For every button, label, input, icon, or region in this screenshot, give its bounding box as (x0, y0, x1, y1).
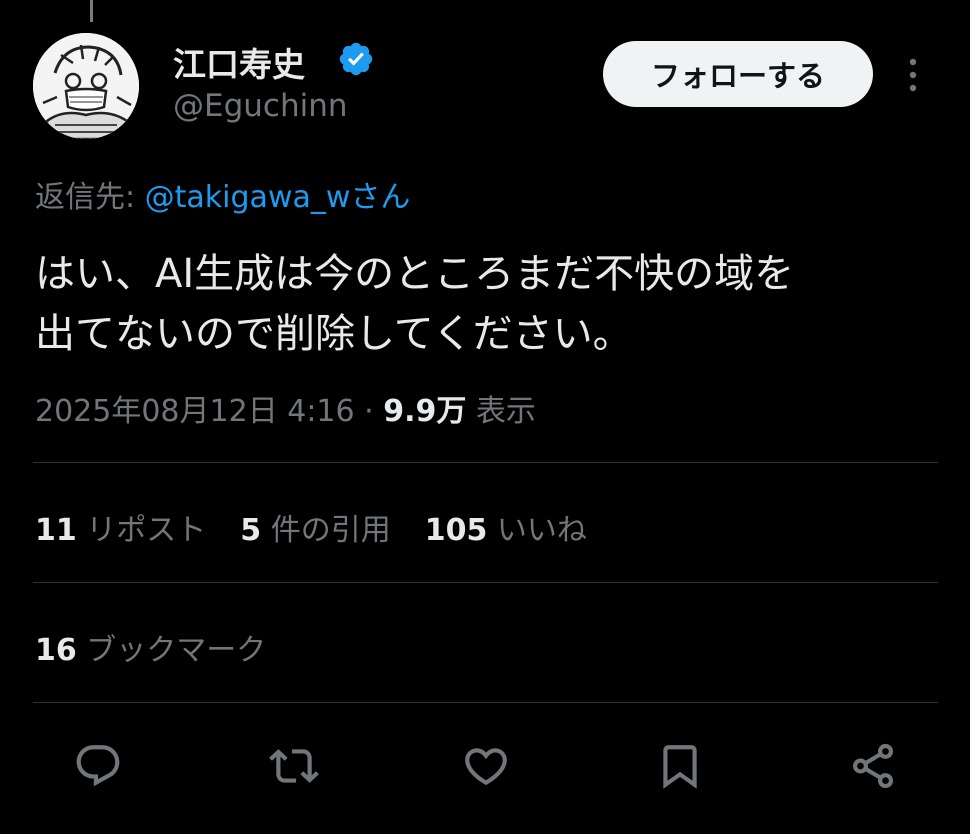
share-button[interactable] (845, 738, 901, 794)
divider (33, 462, 938, 463)
reply-button[interactable] (70, 738, 126, 794)
bookmarks-label: ブックマーク (86, 633, 267, 668)
tweet-text: はい、AI生成は今のところまだ不快の域を 出てないので削除してください。 (35, 244, 915, 364)
repost-button[interactable] (266, 738, 322, 794)
quotes-count: 5 (240, 513, 262, 548)
avatar-illustration (33, 33, 139, 139)
reposts-label: リポスト (86, 513, 207, 548)
reposts-count: 11 (35, 513, 77, 548)
follow-button[interactable]: フォローする (603, 41, 873, 107)
reply-icon (76, 745, 120, 787)
tweet-text-line: 出てないので削除してください。 (35, 311, 633, 357)
more-icon[interactable] (906, 58, 920, 92)
views-count: 9.9万 (383, 394, 467, 429)
tweet-meta: 2025年08月12日 4:16 · 9.9万 表示 (35, 386, 536, 430)
replying-to: 返信先: @takigawa_wさん (35, 172, 410, 216)
like-icon (465, 748, 507, 786)
views-label: 表示 (475, 394, 536, 429)
likes-count: 105 (424, 513, 488, 548)
bookmarks-count: 16 (35, 633, 77, 668)
author-handle[interactable]: @Eguchinn (173, 88, 348, 124)
quotes-label: 件の引用 (270, 513, 391, 548)
replying-to-mention[interactable]: @takigawa_wさん (145, 180, 411, 215)
quotes-stat[interactable]: 5 件の引用 (240, 513, 390, 548)
thread-line (90, 0, 93, 22)
meta-separator: · (354, 394, 384, 429)
avatar[interactable] (33, 33, 139, 139)
repost-icon (269, 749, 319, 783)
like-button[interactable] (458, 738, 514, 794)
reposts-stat[interactable]: 11 リポスト (35, 513, 206, 548)
bookmark-icon (663, 745, 697, 789)
likes-stat[interactable]: 105 いいね (425, 513, 587, 548)
verified-icon (339, 42, 373, 76)
divider (33, 582, 938, 583)
divider (33, 702, 938, 703)
display-name[interactable]: 江口寿史 (173, 38, 305, 86)
tweet-text-line: はい、AI生成は今のところまだ不快の域を (35, 251, 795, 297)
replying-to-prefix: 返信先: (35, 180, 136, 215)
share-icon (853, 743, 893, 789)
engagement-stats: 11 リポスト 5 件の引用 105 いいね (35, 505, 621, 549)
timestamp[interactable]: 2025年08月12日 4:16 (35, 394, 355, 429)
bookmarks-stat[interactable]: 16 ブックマーク (35, 625, 266, 669)
likes-label: いいね (496, 513, 587, 548)
bookmark-button[interactable] (652, 738, 708, 794)
